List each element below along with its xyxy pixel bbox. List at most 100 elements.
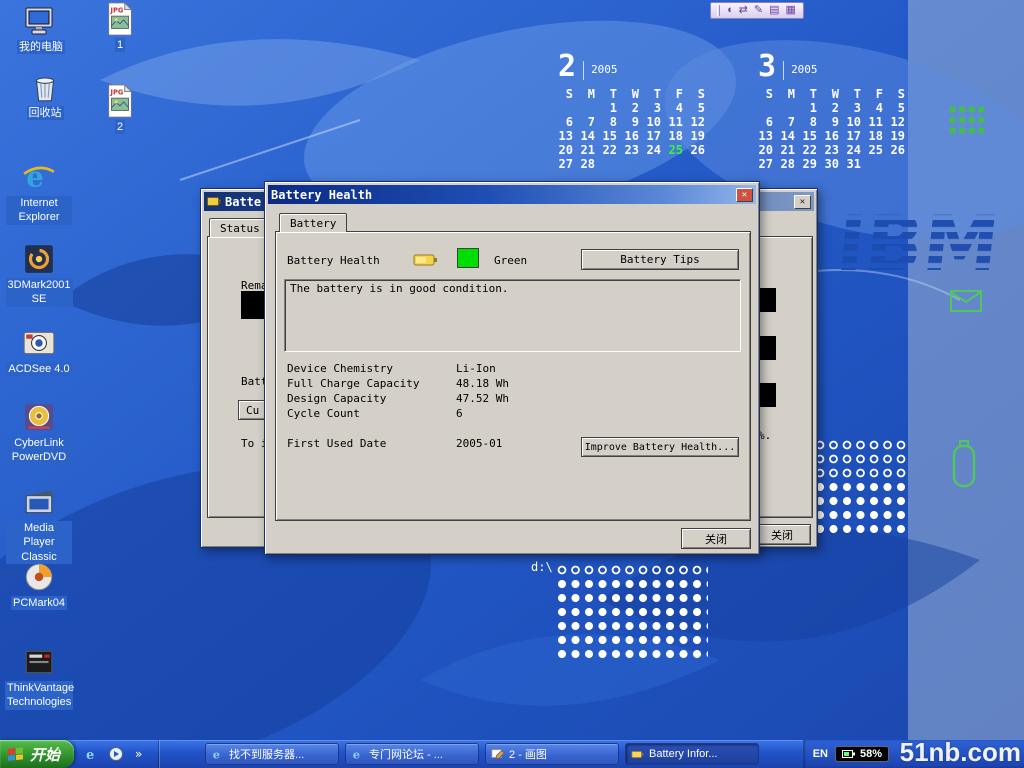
swap-icon[interactable]: ⇄ bbox=[739, 5, 748, 16]
keyboard-icon[interactable]: ▤ bbox=[769, 5, 779, 16]
desktop-icon-thinkvantage[interactable]: ThinkVantage Technologies bbox=[6, 645, 72, 710]
task-label: 2 - 画图 bbox=[509, 746, 547, 762]
language-indicator[interactable]: EN bbox=[813, 748, 828, 760]
tab-battery[interactable]: Battery bbox=[279, 213, 347, 232]
field-label: Design Capacity bbox=[287, 391, 456, 406]
battery-health-label: Battery Health bbox=[287, 254, 380, 267]
toolbar-grip[interactable] bbox=[717, 5, 720, 16]
battery-icon bbox=[631, 747, 645, 761]
field-value: 6 bbox=[456, 406, 463, 421]
field-row: Device ChemistryLi-Ion bbox=[287, 361, 727, 376]
field-label: Cycle Count bbox=[287, 406, 456, 421]
3dmark-icon bbox=[22, 242, 56, 276]
speaker-icon[interactable]: ◖ bbox=[726, 5, 733, 16]
powerdvd-icon bbox=[22, 400, 56, 434]
desktop-icon-recycle-bin[interactable]: 回收站 bbox=[12, 70, 78, 120]
battery-icon bbox=[842, 749, 856, 759]
taskbar-task[interactable]: Battery Infor... bbox=[625, 743, 759, 765]
desktop-icon-label: ACDSee 4.0 bbox=[6, 362, 71, 376]
mpc-icon bbox=[22, 485, 56, 519]
desktop-icon-label: 我的电脑 bbox=[17, 40, 65, 54]
notes-icon[interactable]: ▦ bbox=[786, 5, 796, 16]
taskbar-task[interactable]: 2 - 画图 bbox=[485, 743, 619, 765]
field-value: 2005-01 bbox=[456, 436, 502, 451]
task-buttons: e找不到服务器...e专门网论坛 - ...2 - 画图Battery Info… bbox=[205, 743, 759, 765]
field-label: Full Charge Capacity bbox=[287, 376, 456, 391]
close-icon[interactable]: ✕ bbox=[736, 188, 753, 202]
desktop-file-2[interactable]: JPG 2 bbox=[97, 84, 143, 134]
field-label: First Used Date bbox=[287, 436, 456, 451]
battery-title-icon bbox=[207, 196, 221, 207]
battery-percent: 58% bbox=[860, 748, 882, 760]
paint-icon bbox=[491, 747, 505, 761]
dialog-title: Battery Health bbox=[271, 188, 372, 202]
desktop-file-1[interactable]: JPG 1 bbox=[97, 2, 143, 52]
floating-toolbar: ◖ ⇄ ✎ ▤ ▦ bbox=[710, 2, 804, 19]
battery-fields: Device ChemistryLi-IonFull Charge Capaci… bbox=[287, 361, 727, 421]
close-button[interactable]: 关闭 bbox=[753, 524, 811, 545]
quick-launch: e» bbox=[74, 740, 159, 768]
svg-text:JPG: JPG bbox=[110, 6, 124, 14]
ie-icon: e bbox=[22, 160, 56, 194]
pcmark-icon bbox=[22, 560, 56, 594]
acdsee-icon bbox=[22, 326, 56, 360]
jpg-file-icon: JPG bbox=[103, 84, 137, 118]
taskbar-task[interactable]: e找不到服务器... bbox=[205, 743, 339, 765]
desktop-icon-label: Media Player Classic bbox=[6, 521, 72, 564]
field-value: 47.52 Wh bbox=[456, 391, 509, 406]
close-button[interactable]: 关闭 bbox=[681, 528, 751, 549]
task-label: 专门网论坛 - ... bbox=[369, 746, 443, 762]
battery-health-dialog: Battery Health ✕ Battery Battery Health … bbox=[264, 181, 760, 555]
dialog-titlebar[interactable]: Battery Health ✕ bbox=[268, 185, 756, 204]
field-value: 48.18 Wh bbox=[456, 376, 509, 391]
desktop-icon-pcmark[interactable]: PCMark04 bbox=[6, 560, 72, 610]
desktop-icon-ie[interactable]: eInternet Explorer bbox=[6, 160, 72, 225]
desktop-icon-label: 回收站 bbox=[27, 106, 64, 120]
svg-text:e: e bbox=[26, 161, 44, 194]
ie-icon: e bbox=[351, 747, 365, 761]
desktop-icon-my-computer[interactable]: 我的电脑 bbox=[8, 4, 74, 54]
jpg-file-icon: JPG bbox=[103, 2, 137, 36]
svg-text:e: e bbox=[353, 747, 360, 761]
dialog-title: Batte bbox=[225, 195, 261, 209]
taskbar-task[interactable]: e 专门网论坛 - ... bbox=[345, 743, 479, 765]
field-value: Li-Ion bbox=[456, 361, 496, 376]
field-row: Full Charge Capacity48.18 Wh bbox=[287, 376, 727, 391]
taskbar: 开始 e» e找不到服务器...e专门网论坛 - ...2 - 画图Batter… bbox=[0, 740, 1024, 768]
desktop-icon-label: Internet Explorer bbox=[6, 196, 72, 225]
task-label: Battery Infor... bbox=[649, 748, 717, 760]
start-label: 开始 bbox=[30, 744, 60, 765]
desktop-icon-3dmark[interactable]: 3DMark2001 SE bbox=[6, 242, 72, 307]
quicklaunch-media-icon[interactable] bbox=[108, 746, 124, 762]
field-label: Device Chemistry bbox=[287, 361, 456, 376]
windows-logo-icon bbox=[7, 746, 25, 762]
improve-battery-health-button[interactable]: Improve Battery Health... bbox=[581, 437, 739, 457]
pen-icon[interactable]: ✎ bbox=[754, 5, 763, 16]
desktop-icon-label: 2 bbox=[115, 120, 125, 134]
field-row: Cycle Count6 bbox=[287, 406, 727, 421]
svg-text:JPG: JPG bbox=[110, 88, 124, 96]
ie-icon: e bbox=[211, 747, 225, 761]
start-button[interactable]: 开始 bbox=[0, 740, 74, 768]
quicklaunch-chevron-icon[interactable]: » bbox=[132, 746, 148, 762]
battery-tips-button[interactable]: Battery Tips bbox=[581, 249, 739, 270]
desktop-icon-mpc[interactable]: Media Player Classic bbox=[6, 485, 72, 564]
desktop-icon-label: 1 bbox=[115, 38, 125, 52]
health-status-text: Green bbox=[494, 254, 527, 267]
desktop-icon-powerdvd[interactable]: CyberLink PowerDVD bbox=[6, 400, 72, 465]
desktop-icon-acdsee[interactable]: ACDSee 4.0 bbox=[6, 326, 72, 376]
quicklaunch-ie-icon[interactable]: e bbox=[84, 746, 100, 762]
battery-icon bbox=[413, 253, 439, 267]
close-icon[interactable]: ✕ bbox=[794, 195, 811, 209]
thinkvantage-icon bbox=[22, 645, 56, 679]
tab-status[interactable]: Status bbox=[209, 218, 271, 237]
watermark: 51nb.com bbox=[900, 737, 1021, 768]
svg-text:e: e bbox=[213, 747, 220, 761]
desktop-icon-label: 3DMark2001 SE bbox=[6, 278, 73, 307]
desktop-icon-label: ThinkVantage Technologies bbox=[5, 681, 73, 710]
field-row: Design Capacity47.52 Wh bbox=[287, 391, 727, 406]
desktop-icon-label: CyberLink PowerDVD bbox=[6, 436, 72, 465]
battery-tray[interactable]: 58% bbox=[835, 746, 889, 762]
my-computer-icon bbox=[24, 4, 58, 38]
condition-textbox[interactable]: The battery is in good condition. bbox=[284, 279, 741, 352]
